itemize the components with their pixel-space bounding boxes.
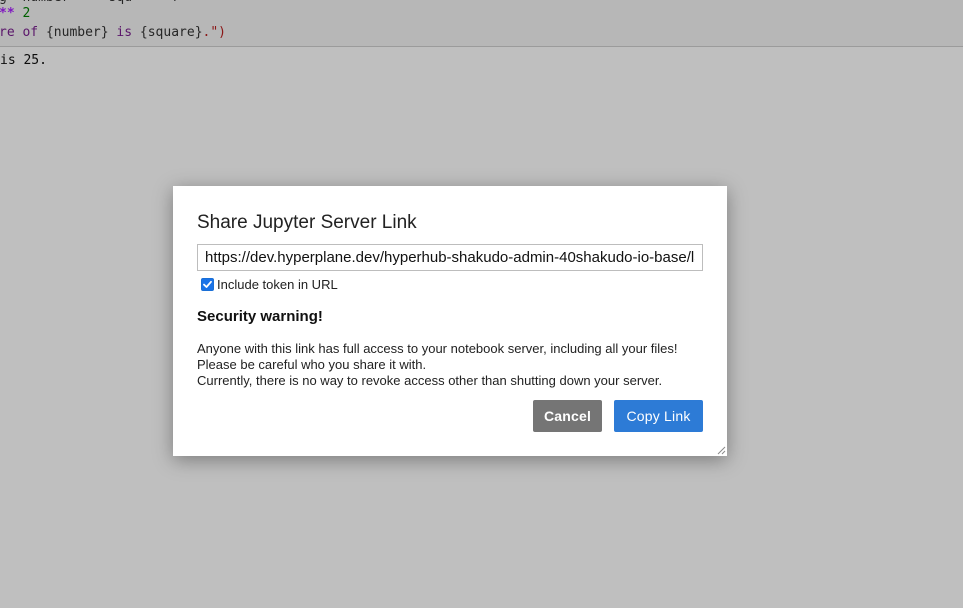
include-token-option[interactable]: Include token in URL <box>201 275 338 293</box>
modal-backdrop[interactable]: Share Jupyter Server Link Include token … <box>0 0 963 608</box>
security-warning-text: Anyone with this link has full access to… <box>197 341 717 389</box>
cancel-button[interactable]: Cancel <box>533 400 602 432</box>
resize-grip-icon[interactable] <box>717 446 726 455</box>
dialog-title: Share Jupyter Server Link <box>197 212 417 233</box>
include-token-checkbox[interactable] <box>201 277 214 291</box>
warning-line: Please be careful who you share it with. <box>197 357 427 372</box>
copy-link-button[interactable]: Copy Link <box>614 400 703 432</box>
checkmark-icon <box>203 280 212 288</box>
security-warning-title: Security warning! <box>197 308 323 325</box>
warning-line: Currently, there is no way to revoke acc… <box>197 373 663 388</box>
share-url-input[interactable] <box>197 244 703 271</box>
include-token-label: Include token in URL <box>217 276 338 292</box>
share-link-dialog: Share Jupyter Server Link Include token … <box>173 186 727 456</box>
warning-line: Anyone with this link has full access to… <box>197 341 678 356</box>
